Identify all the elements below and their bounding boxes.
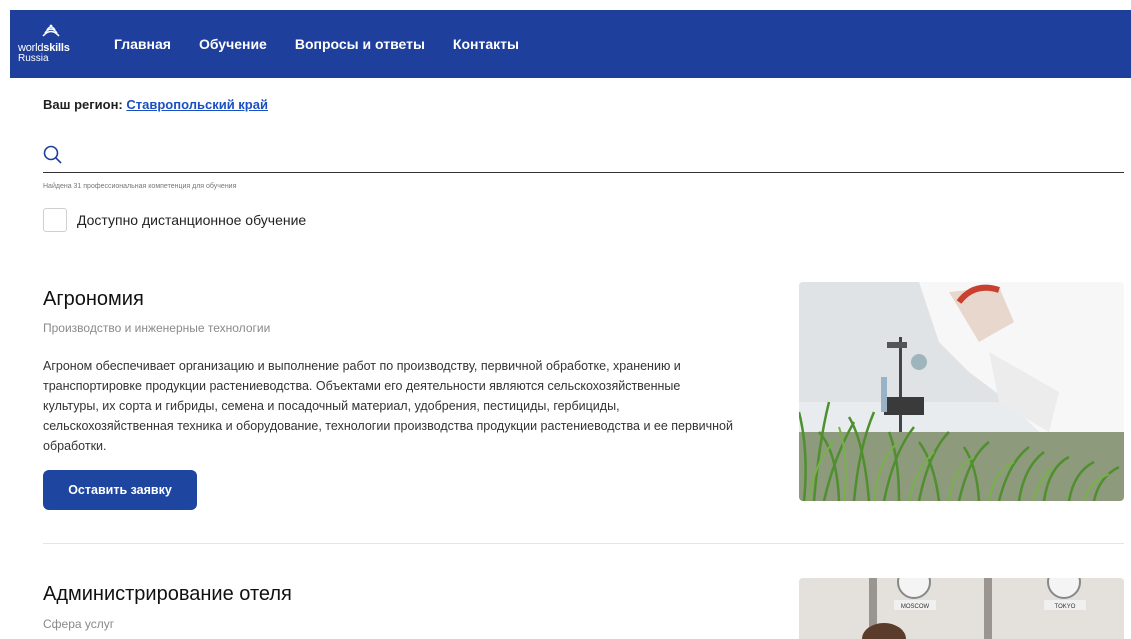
search-input[interactable]	[71, 143, 1111, 171]
competency-category: Производство и инженерные технологии	[43, 321, 271, 335]
clock-label-tokyo: TOKYO	[1055, 604, 1076, 610]
card-divider	[43, 543, 1124, 544]
competency-category: Сфера услуг	[43, 617, 115, 631]
nav-link-contacts[interactable]: Контакты	[453, 36, 519, 52]
region-label: Ваш регион:	[43, 97, 123, 112]
search-icon[interactable]	[43, 145, 63, 165]
search-bar	[43, 143, 1124, 173]
distance-learning-label[interactable]: Доступно дистанционное обучение	[77, 212, 306, 228]
nav-link-home[interactable]: Главная	[114, 36, 171, 52]
clock-label-moscow: MOSCOW	[901, 604, 930, 610]
region-link[interactable]: Ставропольский край	[126, 97, 268, 112]
main-nav: Главная Обучение Вопросы и ответы Контак…	[114, 10, 547, 78]
worldskills-logo-icon	[42, 24, 60, 37]
competency-title: Агрономия	[43, 288, 144, 310]
competency-title: Администрирование отеля	[43, 583, 292, 605]
distance-learning-checkbox[interactable]	[43, 207, 67, 232]
agronomy-lab-image	[799, 282, 1124, 501]
competency-description: Агроном обеспечивает организацию и выпол…	[43, 359, 733, 453]
nav-link-education[interactable]: Обучение	[199, 36, 267, 52]
logo-country: Russia	[18, 53, 49, 64]
apply-button[interactable]: Оставить заявку	[43, 470, 197, 510]
top-navbar: worldskills Russia Главная Обучение Вопр…	[10, 10, 1131, 78]
region-selector: Ваш регион: Ставропольский край	[43, 97, 268, 112]
worldskills-logo[interactable]: worldskills Russia	[18, 23, 98, 67]
nav-link-faq[interactable]: Вопросы и ответы	[295, 36, 425, 52]
competency-photo-agronomy	[799, 282, 1124, 501]
distance-learning-filter[interactable]: Доступно дистанционное обучение	[43, 207, 306, 232]
results-count: Найдена 31 профессиональная компетенция …	[43, 183, 237, 190]
competency-photo-hotel: MOSCOW TOKYO	[799, 578, 1124, 639]
hotel-reception-image: MOSCOW TOKYO	[799, 578, 1124, 639]
